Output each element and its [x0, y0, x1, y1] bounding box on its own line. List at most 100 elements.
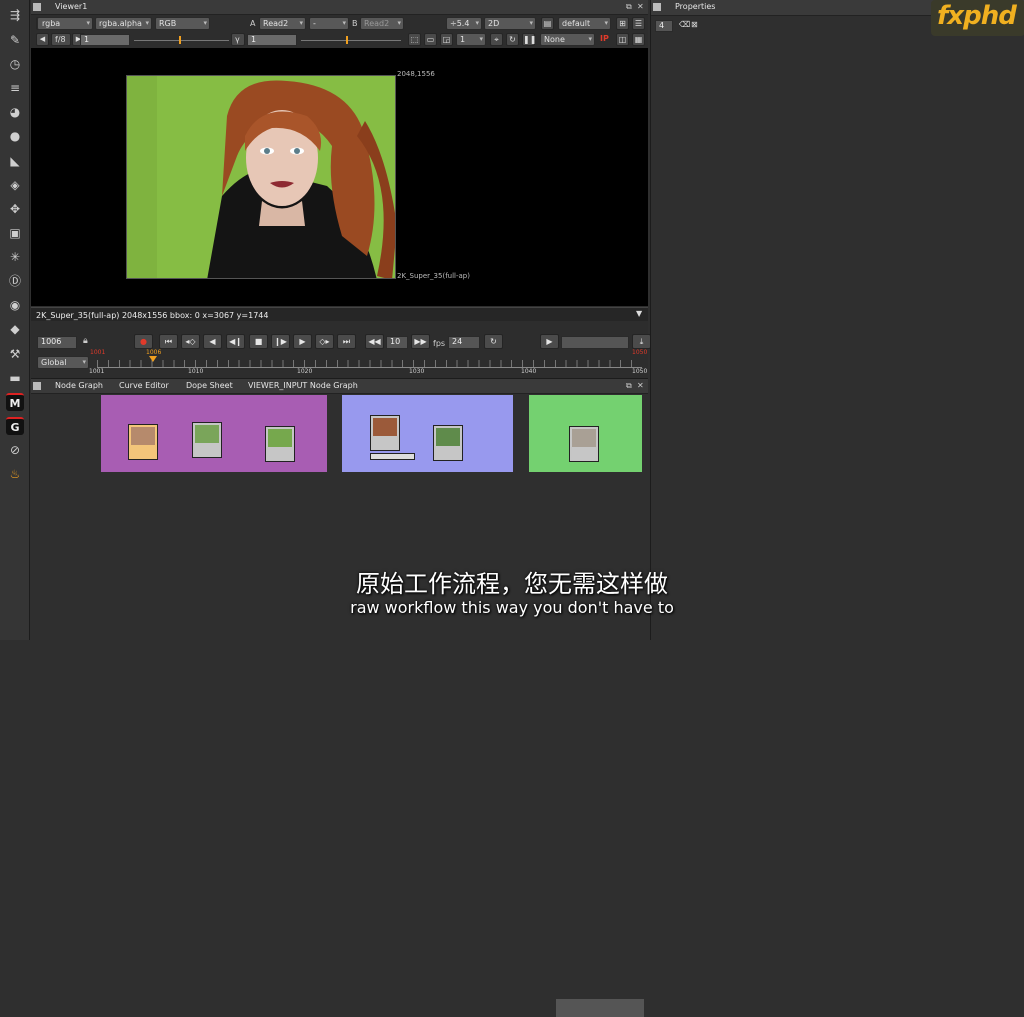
clear-panels-icon[interactable]: ⌫ [679, 20, 690, 29]
skip-forward-button[interactable]: ▶▶ [411, 334, 430, 349]
transform-icon[interactable]: ✥ [6, 200, 24, 218]
channel-icon[interactable]: ≡ [6, 79, 24, 97]
clipboard-icon[interactable]: ▤ [541, 17, 554, 30]
first-frame-button[interactable]: ⏮ [159, 334, 178, 349]
viewer-tab[interactable]: Viewer1 [55, 2, 87, 11]
merge-icon[interactable]: ◈ [6, 176, 24, 194]
filter-icon[interactable]: ● [6, 127, 24, 145]
lock-icon[interactable]: 🔒︎ [83, 336, 88, 346]
read-node[interactable] [128, 424, 158, 460]
zoom-select[interactable]: ÷5.4 [446, 17, 482, 30]
read-node[interactable] [433, 425, 463, 461]
playhead[interactable] [149, 356, 157, 362]
timeline-aux-field[interactable] [561, 336, 629, 349]
gain-slider[interactable] [134, 40, 229, 41]
next-keyframe-button[interactable]: ◇▸ [315, 334, 334, 349]
frame-input[interactable]: 1006 [37, 336, 77, 349]
3d-icon[interactable]: ▣ [6, 224, 24, 242]
fstop-value[interactable]: f/8 [51, 33, 71, 46]
g-plugin-icon[interactable]: G [6, 417, 24, 435]
select-icon[interactable]: ⇶ [6, 6, 24, 24]
loop-button[interactable]: ↻ [484, 334, 503, 349]
last-frame-button[interactable]: ⏭ [337, 334, 356, 349]
fire-plugin-icon[interactable]: ♨ [6, 465, 24, 483]
time-icon[interactable]: ◷ [6, 55, 24, 73]
close-all-icon[interactable]: ⊠ [691, 20, 698, 29]
gamma-input[interactable]: 1 [247, 34, 297, 46]
panel-menu-icon[interactable] [33, 382, 41, 390]
read-node[interactable] [370, 415, 400, 451]
toolsets-icon[interactable]: ⚒ [6, 345, 24, 363]
grid-icon[interactable]: ⊞ [616, 17, 629, 30]
metadata-icon[interactable]: ◆ [6, 320, 24, 338]
properties-tab[interactable]: Properties [675, 2, 715, 11]
refresh-icon[interactable]: ↻ [506, 33, 519, 46]
alpha-select[interactable]: rgba.alpha [95, 17, 152, 30]
stop-button[interactable]: ■ [249, 334, 268, 349]
read-node[interactable] [569, 426, 599, 462]
color-icon[interactable]: ◕ [6, 103, 24, 121]
gamma-label[interactable]: γ [231, 33, 245, 46]
tab-node-graph[interactable]: Node Graph [55, 381, 103, 390]
backdrop-blue[interactable] [342, 395, 513, 472]
other-icon[interactable]: ▬ [6, 369, 24, 387]
read-node[interactable] [265, 426, 295, 462]
close-icon[interactable]: ✕ [637, 2, 644, 11]
timeline-settings-button[interactable]: ⤓ [632, 334, 651, 349]
prev-keyframe-button[interactable]: ◂◇ [181, 334, 200, 349]
gamma-slider[interactable] [301, 40, 401, 41]
colorspace-select[interactable]: RGB [155, 17, 210, 30]
tab-dope-sheet[interactable]: Dope Sheet [186, 381, 233, 390]
skip-back-button[interactable]: ◀◀ [365, 334, 384, 349]
paint-icon[interactable]: ✎ [6, 31, 24, 49]
max-panels-input[interactable]: 4 [655, 20, 673, 32]
gain-input[interactable]: 1 [80, 34, 130, 46]
increment-input[interactable]: 10 [386, 336, 408, 349]
deep-icon[interactable]: Ⓓ [6, 272, 24, 290]
panel-menu-icon[interactable] [33, 3, 41, 11]
b-input-select[interactable]: Read2 [360, 17, 404, 30]
p-plugin-icon[interactable]: ⊘ [6, 441, 24, 459]
info-dropdown-icon[interactable]: ▼ [636, 309, 642, 318]
fps-input[interactable]: 24 [448, 336, 480, 349]
view-mode-select[interactable]: 2D [484, 17, 536, 30]
close-icon[interactable]: ✕ [637, 381, 644, 390]
overlay-icon[interactable]: ◫ [616, 33, 629, 46]
next-frame-button[interactable]: ▶ [293, 334, 312, 349]
wipe-icon[interactable]: ▦ [632, 33, 645, 46]
pause-icon[interactable]: ❚❚ [522, 33, 536, 46]
blend-select[interactable]: - [309, 17, 349, 30]
gain-slider-handle[interactable] [179, 36, 181, 44]
m-plugin-icon[interactable]: M [6, 393, 24, 411]
tab-viewer-input-node-graph[interactable]: VIEWER_INPUT Node Graph [248, 381, 358, 390]
timeline-ruler[interactable] [97, 360, 642, 368]
flipbook-button[interactable]: ▶ [540, 334, 559, 349]
guides-icon[interactable]: ▭ [424, 33, 437, 46]
panel-menu-icon[interactable] [653, 3, 661, 11]
roi-icon[interactable]: ⬚ [408, 33, 421, 46]
views-icon[interactable]: ◉ [6, 296, 24, 314]
roi-select[interactable]: None [540, 33, 595, 46]
proxy-select[interactable]: 1 [456, 33, 486, 46]
a-input-select[interactable]: Read2 [259, 17, 306, 30]
gamma-slider-handle[interactable] [346, 36, 348, 44]
range-select[interactable]: Global [37, 356, 89, 369]
settings-list-icon[interactable]: ☰ [632, 17, 645, 30]
crosshair-icon[interactable]: ⌖ [490, 33, 503, 46]
tab-curve-editor[interactable]: Curve Editor [119, 381, 169, 390]
input-process-label[interactable]: IP [600, 34, 609, 43]
play-forward-button[interactable]: ❙▶ [271, 334, 290, 349]
dot-node[interactable] [370, 453, 415, 460]
float-icon[interactable]: ⧉ [626, 381, 632, 391]
float-icon[interactable]: ⧉ [626, 2, 632, 12]
read-node[interactable] [192, 422, 222, 458]
minimap[interactable] [556, 999, 644, 1017]
viewer-canvas[interactable]: 2048,1556 2K_Super_35(full-ap) [31, 48, 648, 306]
prev-frame-button[interactable]: ◀ [203, 334, 222, 349]
lut-select[interactable]: default [558, 17, 611, 30]
proxy-icon[interactable]: ◲ [440, 33, 453, 46]
keyer-icon[interactable]: ◣ [6, 152, 24, 170]
fstop-decrease-icon[interactable]: ◀ [36, 33, 49, 46]
play-backward-button[interactable]: ◀❙ [226, 334, 245, 349]
channels-select[interactable]: rgba [37, 17, 93, 30]
